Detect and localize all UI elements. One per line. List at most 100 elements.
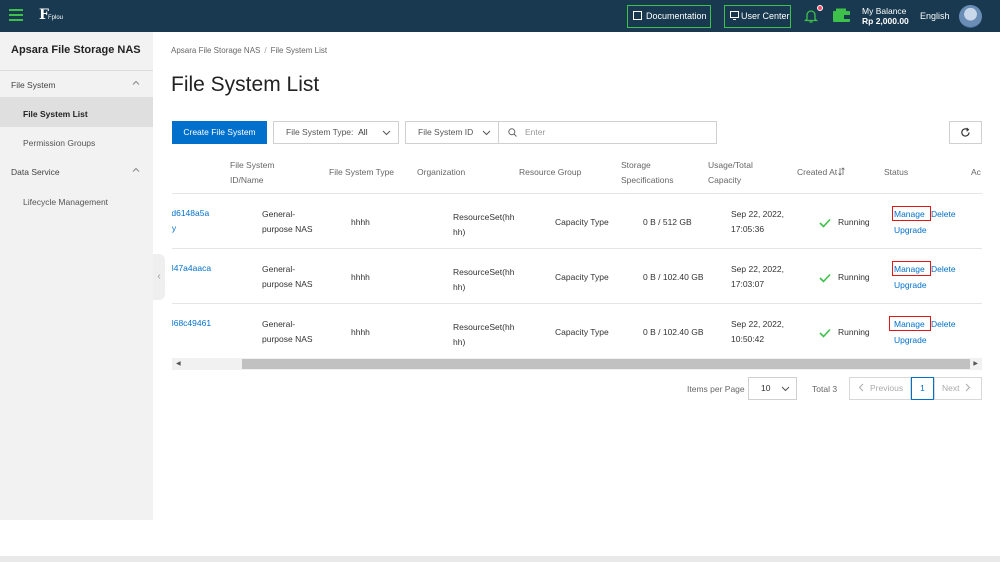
file-system-id-link[interactable]: :d6148a5a	[172, 206, 209, 221]
previous-page-button[interactable]: Previous	[849, 377, 911, 400]
type-filter-value: All	[358, 127, 368, 137]
cell-usage: 0 B / 512 GB	[643, 217, 692, 227]
col-header-resource-group: Resource Group	[519, 167, 582, 177]
cell-resource-group: hh)	[453, 337, 466, 347]
chevron-right-icon	[966, 383, 971, 392]
items-per-page-label: Items per Page	[687, 384, 745, 394]
file-system-type-select[interactable]: File System Type: All	[273, 121, 399, 144]
documentation-button[interactable]: Documentation	[627, 5, 711, 28]
logo-text: Fplou	[48, 15, 64, 21]
col-header-created[interactable]: Created At	[797, 165, 845, 180]
items-per-page-value: 10	[761, 383, 771, 393]
col-header-status: Status	[884, 167, 909, 177]
balance-display[interactable]: My Balance Rp 2,000.00	[862, 6, 909, 26]
chevron-up-icon[interactable]	[132, 166, 140, 174]
check-icon	[819, 328, 831, 338]
sidebar-group-data-service[interactable]: Data Service	[11, 167, 60, 177]
next-page-button[interactable]: Next	[934, 377, 982, 400]
file-system-id-link[interactable]: 368c49461	[172, 316, 211, 331]
notification-dot	[817, 5, 823, 11]
document-icon	[633, 11, 642, 20]
check-icon	[819, 273, 831, 283]
total-count: Total 3	[812, 384, 838, 394]
highlight-box	[892, 206, 931, 221]
id-filter-label: File System ID	[418, 127, 474, 137]
upgrade-link[interactable]: Upgrade	[894, 278, 927, 293]
delete-link[interactable]: Delete	[931, 262, 956, 277]
cell-organization: hhhh	[351, 217, 370, 227]
page-number-current[interactable]: 1	[911, 377, 934, 400]
search-input[interactable]: Enter	[499, 121, 717, 144]
cell-created: 10:50:42	[731, 334, 765, 344]
cell-resource-group: ResourceSet(hh	[453, 212, 515, 222]
delete-link[interactable]: Delete	[931, 207, 956, 222]
language-switch[interactable]: English	[920, 11, 950, 21]
breadcrumb-root[interactable]: Apsara File Storage NAS	[171, 46, 260, 55]
col-header-storage: Storage Specifications	[621, 158, 673, 188]
upgrade-link[interactable]: Upgrade	[894, 223, 927, 238]
sort-icon[interactable]	[838, 167, 845, 176]
documentation-label: Documentation	[646, 11, 707, 21]
col-header-actions: Ac	[971, 167, 981, 177]
chevron-up-icon[interactable]	[132, 79, 140, 87]
sidebar-group-file-system[interactable]: File System	[11, 80, 55, 90]
previous-label: Previous	[870, 383, 904, 393]
horizontal-scrollbar[interactable]: ◀ ▶	[172, 358, 982, 370]
table-header-divider	[172, 193, 982, 194]
file-system-id-link[interactable]: 347a4aaca	[172, 261, 211, 276]
menu-icon[interactable]	[9, 9, 23, 21]
logo[interactable]: F Fplou	[39, 7, 69, 25]
user-center-button[interactable]: User Center	[724, 5, 791, 28]
sidebar-collapse-handle[interactable]: ‹	[153, 254, 165, 300]
file-system-id-select[interactable]: File System ID	[405, 121, 499, 144]
cell-created: Sep 22, 2022,	[731, 209, 784, 219]
cell-resource-group: ResourceSet(hh	[453, 267, 515, 277]
create-file-system-button[interactable]: Create File System	[172, 121, 267, 144]
sidebar-item-permission-groups[interactable]: Permission Groups	[23, 138, 95, 148]
cell-resource-group: hh)	[453, 282, 466, 292]
upgrade-link[interactable]: Upgrade	[894, 333, 927, 348]
top-bar: F Fplou Documentation User Center My Bal…	[0, 0, 1000, 32]
avatar[interactable]	[959, 5, 982, 28]
cell-created: Sep 22, 2022,	[731, 319, 784, 329]
balance-value: Rp 2,000.00	[862, 16, 909, 26]
cell-status: Running	[838, 327, 870, 337]
col-header-created-label: Created At	[797, 167, 838, 177]
user-center-label: User Center	[741, 11, 790, 21]
cell-usage: 0 B / 102.40 GB	[643, 272, 704, 282]
cell-type: General-	[262, 264, 296, 274]
wallet-icon[interactable]	[832, 8, 851, 23]
delete-link[interactable]: Delete	[931, 317, 956, 332]
items-per-page-select[interactable]: 10	[748, 377, 797, 400]
sidebar-divider	[0, 70, 153, 71]
cell-type: purpose NAS	[262, 334, 313, 344]
scroll-left-arrow[interactable]: ◀	[176, 358, 181, 370]
scroll-right-arrow[interactable]: ▶	[973, 358, 978, 370]
next-label: Next	[942, 383, 960, 393]
col-header-line: File System	[230, 160, 275, 170]
sidebar: Apsara File Storage NAS File System File…	[0, 32, 153, 520]
notification-bell-icon[interactable]	[804, 8, 818, 24]
refresh-button[interactable]	[949, 121, 982, 144]
file-system-table: File System ID/Name File System Type Orga…	[172, 148, 982, 371]
cell-created: Sep 22, 2022,	[731, 264, 784, 274]
highlight-box	[892, 261, 931, 276]
col-header-type: File System Type	[329, 167, 395, 177]
sidebar-item-file-system-list[interactable]: File System List	[23, 109, 88, 119]
col-header-line: Capacity	[708, 175, 742, 185]
cell-resource-group: hh)	[453, 227, 466, 237]
cell-type: General-	[262, 319, 296, 329]
refresh-icon	[961, 127, 970, 137]
monitor-icon	[730, 11, 739, 20]
file-system-name[interactable]: ry	[172, 221, 176, 236]
scrollbar-thumb[interactable]	[242, 359, 970, 369]
check-icon	[819, 218, 831, 228]
row-divider	[172, 248, 982, 249]
balance-label: My Balance	[862, 6, 907, 16]
cell-storage: Capacity Type	[555, 272, 609, 282]
sidebar-item-lifecycle-management[interactable]: Lifecycle Management	[23, 197, 108, 207]
cell-status: Running	[838, 272, 870, 282]
col-header-usage: Usage/Total Capacity	[708, 158, 753, 188]
cell-organization: hhhh	[351, 272, 370, 282]
search-icon	[508, 128, 517, 137]
